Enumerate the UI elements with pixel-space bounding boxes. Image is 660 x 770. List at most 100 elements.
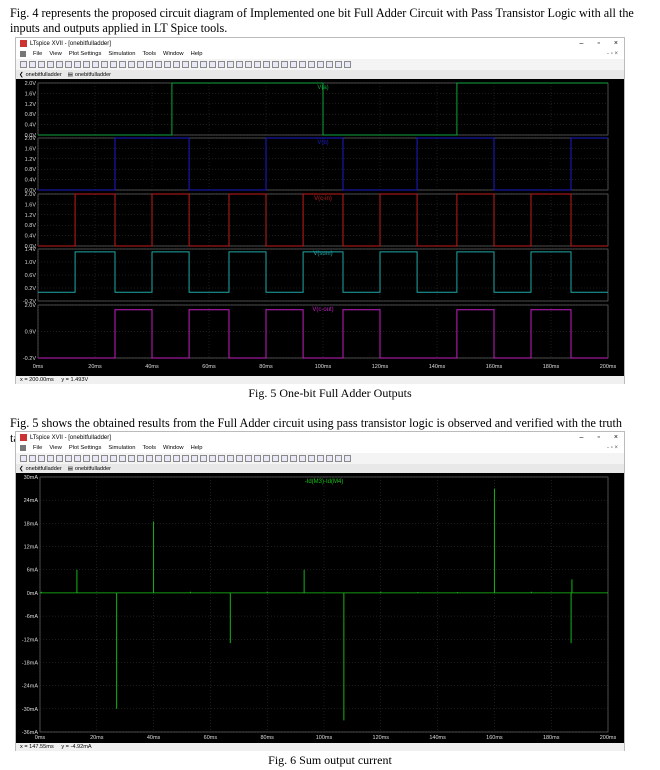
mdi-controls[interactable]: - ▫ × bbox=[607, 443, 618, 453]
close-window-icon[interactable] bbox=[146, 455, 153, 462]
menu-file[interactable]: File bbox=[33, 445, 42, 451]
cascade-icon[interactable] bbox=[137, 61, 144, 68]
paste-icon[interactable] bbox=[173, 61, 180, 68]
copy-icon[interactable] bbox=[164, 455, 171, 462]
tile-vertical-icon[interactable] bbox=[128, 61, 135, 68]
menu-window[interactable]: Window bbox=[163, 51, 184, 57]
label-icon[interactable] bbox=[227, 455, 234, 462]
menu-window[interactable]: Window bbox=[163, 445, 184, 451]
print-preview-icon[interactable] bbox=[200, 61, 207, 68]
print-icon[interactable] bbox=[191, 455, 198, 462]
menu-view[interactable]: View bbox=[49, 51, 61, 57]
zoom-in-icon[interactable] bbox=[74, 455, 81, 462]
close-button[interactable]: × bbox=[614, 432, 618, 443]
menu-tools[interactable]: Tools bbox=[142, 51, 156, 57]
redo-icon[interactable] bbox=[308, 455, 315, 462]
zoom-out-icon[interactable] bbox=[92, 61, 99, 68]
close-window-icon[interactable] bbox=[146, 61, 153, 68]
save-icon[interactable] bbox=[38, 455, 45, 462]
find-icon[interactable] bbox=[182, 61, 189, 68]
move-icon[interactable] bbox=[281, 61, 288, 68]
maximize-button[interactable]: ▫ bbox=[597, 432, 599, 443]
run-icon[interactable] bbox=[56, 455, 63, 462]
spice-directive-icon[interactable] bbox=[344, 455, 351, 462]
mdi-controls[interactable]: - ▫ × bbox=[607, 49, 618, 59]
component-icon[interactable] bbox=[272, 455, 279, 462]
menu-plot-settings[interactable]: Plot Settings bbox=[69, 445, 102, 451]
menu-plot-settings[interactable]: Plot Settings bbox=[69, 51, 102, 57]
halt-icon[interactable] bbox=[65, 455, 72, 462]
waveform-plot-2[interactable]: 0ms 20ms 40ms 60ms 80ms 100ms 120ms 140ms 160ms 1… bbox=[16, 473, 624, 743]
mirror-icon[interactable] bbox=[326, 61, 333, 68]
tile-horizontal-icon[interactable] bbox=[119, 61, 126, 68]
menu-help[interactable]: Help bbox=[191, 51, 203, 57]
move-icon[interactable] bbox=[281, 455, 288, 462]
menu-simulation[interactable]: Simulation bbox=[108, 445, 135, 451]
zoom-fit-icon[interactable] bbox=[101, 61, 108, 68]
tab-waveform[interactable]: ▤ onebitfulladder bbox=[68, 72, 111, 78]
zoom-out-icon[interactable] bbox=[92, 455, 99, 462]
redo-icon[interactable] bbox=[308, 61, 315, 68]
resistor-icon[interactable] bbox=[236, 61, 243, 68]
copy-icon[interactable] bbox=[164, 61, 171, 68]
component-icon[interactable] bbox=[272, 61, 279, 68]
minimize-button[interactable]: – bbox=[580, 38, 584, 49]
ground-icon[interactable] bbox=[218, 61, 225, 68]
drag-icon[interactable] bbox=[290, 455, 297, 462]
autorange-icon[interactable] bbox=[110, 61, 117, 68]
undo-icon[interactable] bbox=[299, 455, 306, 462]
inductor-icon[interactable] bbox=[254, 455, 261, 462]
control-panel-icon[interactable] bbox=[47, 61, 54, 68]
tab-waveform[interactable]: ▤ onebitfulladder bbox=[68, 466, 111, 472]
menu-view[interactable]: View bbox=[49, 445, 61, 451]
save-icon[interactable] bbox=[38, 61, 45, 68]
cascade-icon[interactable] bbox=[137, 455, 144, 462]
tile-horizontal-icon[interactable] bbox=[119, 455, 126, 462]
maximize-button[interactable]: ▫ bbox=[597, 38, 599, 49]
capacitor-icon[interactable] bbox=[245, 61, 252, 68]
cut-icon[interactable] bbox=[155, 61, 162, 68]
tab-schematic[interactable]: ❮ onebitfulladder bbox=[19, 72, 62, 78]
new-icon[interactable] bbox=[20, 455, 27, 462]
drag-icon[interactable] bbox=[290, 61, 297, 68]
wire-icon[interactable] bbox=[209, 61, 216, 68]
label-icon[interactable] bbox=[227, 61, 234, 68]
print-preview-icon[interactable] bbox=[200, 455, 207, 462]
open-icon[interactable] bbox=[29, 61, 36, 68]
rotate-icon[interactable] bbox=[317, 61, 324, 68]
resistor-icon[interactable] bbox=[236, 455, 243, 462]
find-icon[interactable] bbox=[182, 455, 189, 462]
minimize-button[interactable]: – bbox=[580, 432, 584, 443]
ground-icon[interactable] bbox=[218, 455, 225, 462]
paste-icon[interactable] bbox=[173, 455, 180, 462]
pan-icon[interactable] bbox=[83, 455, 90, 462]
diode-icon[interactable] bbox=[263, 61, 270, 68]
zoom-in-icon[interactable] bbox=[74, 61, 81, 68]
menu-tools[interactable]: Tools bbox=[142, 445, 156, 451]
control-panel-icon[interactable] bbox=[47, 455, 54, 462]
print-icon[interactable] bbox=[191, 61, 198, 68]
inductor-icon[interactable] bbox=[254, 61, 261, 68]
halt-icon[interactable] bbox=[65, 61, 72, 68]
menu-simulation[interactable]: Simulation bbox=[108, 51, 135, 57]
diode-icon[interactable] bbox=[263, 455, 270, 462]
autorange-icon[interactable] bbox=[110, 455, 117, 462]
tab-schematic[interactable]: ❮ onebitfulladder bbox=[19, 466, 62, 472]
pan-icon[interactable] bbox=[83, 61, 90, 68]
new-icon[interactable] bbox=[20, 61, 27, 68]
spice-directive-icon[interactable] bbox=[344, 61, 351, 68]
tile-vertical-icon[interactable] bbox=[128, 455, 135, 462]
run-icon[interactable] bbox=[56, 61, 63, 68]
capacitor-icon[interactable] bbox=[245, 455, 252, 462]
close-button[interactable]: × bbox=[614, 38, 618, 49]
menu-file[interactable]: File bbox=[33, 51, 42, 57]
waveform-plot-1[interactable]: 2.0V1.6V1.2V0.8V0.4V0.0VV(a)2.0V1.6V1.2V… bbox=[16, 79, 624, 376]
zoom-fit-icon[interactable] bbox=[101, 455, 108, 462]
wire-icon[interactable] bbox=[209, 455, 216, 462]
text-icon[interactable] bbox=[335, 455, 342, 462]
text-icon[interactable] bbox=[335, 61, 342, 68]
menu-help[interactable]: Help bbox=[191, 445, 203, 451]
undo-icon[interactable] bbox=[299, 61, 306, 68]
rotate-icon[interactable] bbox=[317, 455, 324, 462]
open-icon[interactable] bbox=[29, 455, 36, 462]
